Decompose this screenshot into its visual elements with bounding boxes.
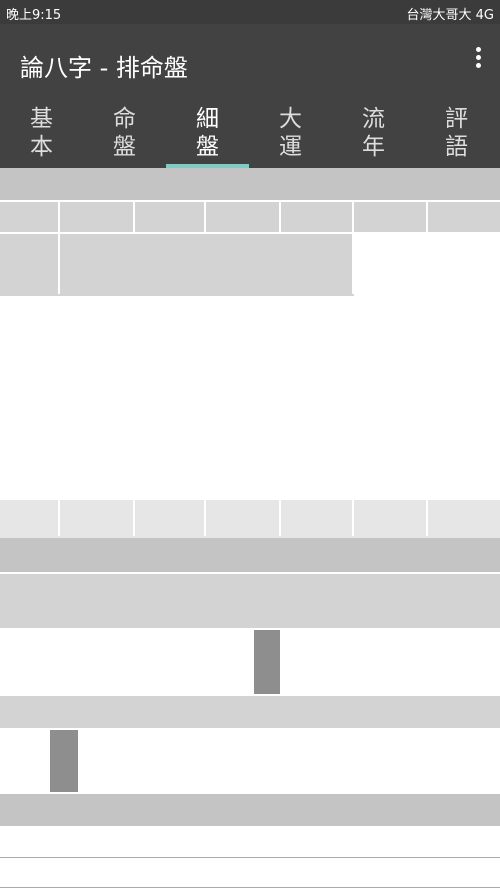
divider (352, 500, 354, 536)
tips-header (0, 794, 500, 828)
more-options-icon[interactable] (472, 44, 484, 74)
divider (279, 500, 281, 536)
switch-header (0, 538, 500, 574)
tab-4[interactable]: 流年 (332, 98, 415, 168)
app-bar: 論八字 - 排命盤 (0, 24, 500, 98)
app-title: 論八字 - 排命盤 (20, 54, 188, 82)
divider (58, 296, 60, 352)
liuyue-gan-row (0, 428, 500, 464)
divider (426, 500, 428, 536)
tab-3[interactable]: 大運 (249, 98, 332, 168)
divider (58, 234, 60, 294)
divider (426, 354, 428, 426)
divider (352, 354, 354, 426)
app-root: 晚上9:15 台灣大哥大 4G 論八字 - 排命盤 基本 命盤 細盤 大運 流年 評語 (0, 0, 500, 888)
divider (426, 234, 428, 294)
divider (58, 354, 60, 426)
dizhi-row (0, 354, 500, 428)
divider (133, 296, 135, 352)
tip-row-1 (0, 858, 500, 888)
tab-label: 流年 (362, 106, 385, 160)
divider (279, 202, 281, 232)
age-row-bg (0, 234, 354, 296)
tab-label: 大運 (279, 106, 302, 160)
tiangan-row (0, 296, 500, 354)
liunian-selected-bg (50, 730, 78, 792)
tab-5[interactable]: 評語 (415, 98, 498, 168)
tab-label: 評語 (445, 106, 468, 160)
divider (352, 234, 354, 294)
tab-label: 命盤 (113, 106, 136, 160)
dayun-ages-row (0, 574, 500, 630)
xingyun-row (0, 500, 500, 538)
tab-2[interactable]: 細盤 (166, 98, 249, 168)
divider (204, 296, 206, 352)
detail-header (0, 168, 500, 202)
tab-bar: 基本 命盤 細盤 大運 流年 評語 (0, 98, 500, 168)
detail-chart (0, 168, 500, 888)
divider (204, 354, 206, 426)
xingyun-bg (0, 500, 500, 538)
liuyue-zhi-row (0, 464, 500, 500)
divider (204, 202, 206, 232)
tab-label: 基本 (30, 106, 53, 160)
divider (133, 500, 135, 536)
tab-1[interactable]: 命盤 (83, 98, 166, 168)
tip-row-0 (0, 828, 500, 858)
tab-label: 細盤 (196, 106, 219, 160)
divider (58, 202, 60, 232)
tab-0[interactable]: 基本 (0, 98, 83, 168)
divider (133, 354, 135, 426)
status-time: 晚上9:15 (6, 8, 62, 23)
divider (426, 202, 428, 232)
divider (279, 354, 281, 426)
divider (352, 202, 354, 232)
column-header-row (0, 202, 500, 234)
dayun-selected-bg (254, 630, 280, 694)
divider (58, 500, 60, 536)
dayun-pillars-row (0, 630, 500, 696)
status-bar: 晚上9:15 台灣大哥大 4G (0, 0, 500, 24)
divider (279, 296, 281, 352)
divider (426, 296, 428, 352)
age-row (0, 234, 500, 296)
status-carrier: 台灣大哥大 4G (406, 8, 494, 23)
divider (204, 500, 206, 536)
divider (133, 202, 135, 232)
liunian-years-row (0, 696, 500, 730)
divider (352, 296, 354, 352)
liunian-pillars-row (0, 730, 500, 794)
